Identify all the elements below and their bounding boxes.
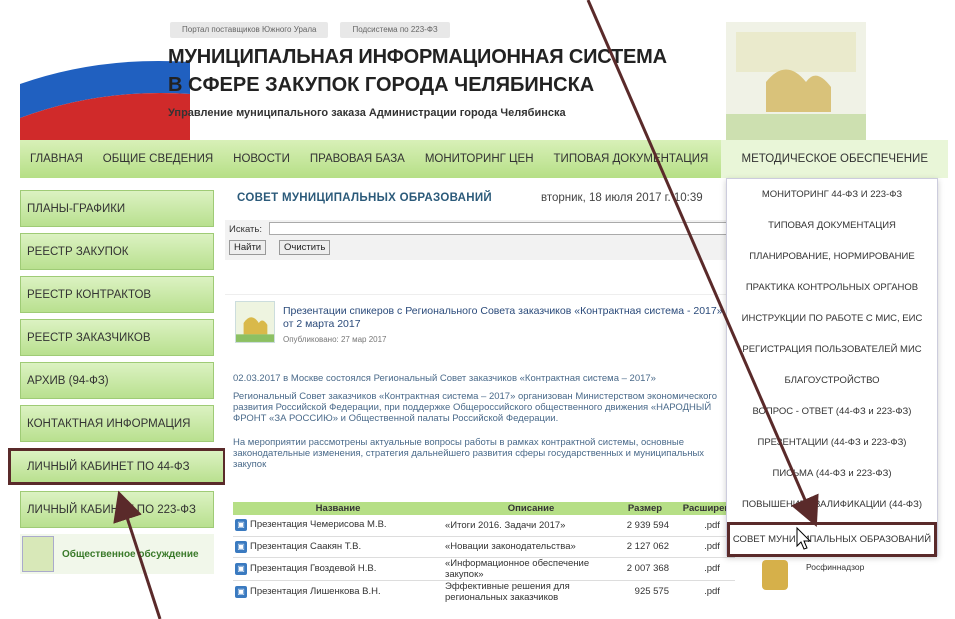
main-content: СОВЕТ МУНИЦИПАЛЬНЫХ ОБРАЗОВАНИЙ вторник,… (225, 182, 735, 602)
site-subtitle: Управление муниципального заказа Админис… (168, 107, 566, 119)
site-title-line1: МУНИЦИПАЛЬНАЯ ИНФОРМАЦИОННАЯ СИСТЕМА (168, 46, 667, 68)
news-paragraph-1: 02.03.2017 в Москве состоялся Региональн… (233, 373, 656, 384)
sidebar-item-cabinet-44[interactable]: ЛИЧНЫЙ КАБИНЕТ ПО 44-ФЗ (8, 448, 226, 485)
col-header-description: Описание (443, 502, 619, 515)
news-title-link[interactable]: Презентации спикеров с Регионального Сов… (283, 305, 733, 331)
search-input[interactable] (269, 222, 735, 235)
partner-links: Росфиннадзор (752, 556, 932, 606)
find-button[interactable]: Найти (229, 240, 267, 255)
current-date: вторник, 18 июля 2017 г. 10:39 (541, 192, 703, 204)
file-size: 925 575 (619, 580, 671, 602)
file-icon: ▣ (235, 562, 247, 575)
russian-flag-banner (20, 38, 190, 140)
rosfinnadzor-link[interactable]: Росфиннадзор (806, 562, 864, 572)
file-description: «Информационное обеспечение закупок» (443, 557, 619, 581)
file-name[interactable]: Презентация Гвоздевой Н.В. (250, 563, 376, 574)
nav-general-info[interactable]: ОБЩИЕ СВЕДЕНИЯ (93, 153, 223, 165)
col-header-name: Название (233, 502, 443, 515)
file-ext: .pdf (671, 580, 735, 602)
file-name[interactable]: Презентация Чемерисова М.В. (250, 519, 387, 530)
presentations-table: Название Описание Размер Расширение ▣Пре… (233, 502, 735, 602)
left-sidebar: ПЛАНЫ-ГРАФИКИ РЕЕСТР ЗАКУПОК РЕЕСТР КОНТ… (8, 190, 226, 574)
dropdown-item-faq[interactable]: ВОПРОС - ОТВЕТ (44-ФЗ и 223-ФЗ) (727, 396, 937, 427)
dropdown-item-user-registration[interactable]: РЕГИСТРАЦИЯ ПОЛЬЗОВАТЕЛЕЙ МИС (727, 334, 937, 365)
toplink-223-subsystem[interactable]: Подсистема по 223-ФЗ (340, 22, 450, 38)
sidebar-item-customers-registry[interactable]: РЕЕСТР ЗАКАЗЧИКОВ (20, 319, 214, 356)
dropdown-item-instructions[interactable]: ИНСТРУКЦИИ ПО РАБОТЕ С МИС, ЕИС (727, 303, 937, 334)
news-paragraph-3: На мероприятии рассмотрены актуальные во… (233, 437, 705, 470)
clear-button[interactable]: Очистить (279, 240, 331, 255)
emblem-icon (22, 536, 54, 572)
page-title: СОВЕТ МУНИЦИПАЛЬНЫХ ОБРАЗОВАНИЙ (237, 192, 492, 204)
col-header-size: Размер (619, 502, 671, 515)
dropdown-item-municipal-council[interactable]: СОВЕТ МУНИЦИПАЛЬНЫХ ОБРАЗОВАНИЙ (727, 522, 937, 557)
toplink-suppliers-portal[interactable]: Портал поставщиков Южного Урала (170, 22, 329, 38)
table-row[interactable]: ▣ Презентация Лишенкова В.Н. Эффективные … (233, 580, 735, 602)
nav-price-monitoring[interactable]: МОНИТОРИНГ ЦЕН (415, 153, 544, 165)
methodical-support-dropdown: МОНИТОРИНГ 44-ФЗ И 223-ФЗ ТИПОВАЯ ДОКУМЕ… (726, 178, 938, 557)
news-published-date: Опубликовано: 27 мар 2017 (283, 335, 387, 344)
sidebar-item-cabinet-223[interactable]: ЛИЧНЫЙ КАБИНЕТ ПО 223-ФЗ (20, 491, 214, 528)
file-size: 2 939 594 (619, 515, 671, 537)
nav-home[interactable]: ГЛАВНАЯ (20, 153, 93, 165)
dropdown-item-training[interactable]: ПОВЫШЕНИЕ КВАЛИФИКАЦИИ (44-ФЗ) (727, 489, 937, 520)
table-row[interactable]: ▣ Презентация Саакян Т.В. «Новации законо… (233, 536, 735, 558)
file-name[interactable]: Презентация Саакян Т.В. (250, 541, 361, 552)
main-nav: ГЛАВНАЯ ОБЩИЕ СВЕДЕНИЯ НОВОСТИ ПРАВОВАЯ … (20, 140, 948, 178)
dropdown-item-landscaping[interactable]: БЛАГОУСТРОЙСТВО (727, 365, 937, 396)
nav-methodical-support[interactable]: МЕТОДИЧЕСКОЕ ОБЕСПЕЧЕНИЕ (721, 140, 948, 178)
public-discussion-label: Общественное обсуждение (62, 548, 199, 560)
file-name[interactable]: Презентация Лишенкова В.Н. (250, 586, 381, 597)
dropdown-item-presentations[interactable]: ПРЕЗЕНТАЦИИ (44-ФЗ и 223-ФЗ) (727, 427, 937, 458)
nav-legal-base[interactable]: ПРАВОВАЯ БАЗА (300, 153, 415, 165)
site-title-line2: В СФЕРЕ ЗАКУПОК ГОРОДА ЧЕЛЯБИНСКА (168, 74, 595, 96)
city-emblem-icon (726, 22, 866, 140)
site-header: Портал поставщиков Южного Урала Подсисте… (20, 22, 948, 140)
dropdown-item-letters[interactable]: ПИСЬМА (44-ФЗ и 223-ФЗ) (727, 458, 937, 489)
file-description: «Итоги 2016. Задачи 2017» (443, 515, 619, 537)
file-description: Эффективные решения для региональных зак… (443, 580, 619, 602)
table-row[interactable]: ▣ Презентация Чемерисова М.В. «Итоги 2016… (233, 515, 735, 537)
file-size: 2 007 368 (619, 557, 671, 581)
file-icon: ▣ (235, 519, 247, 532)
table-header-row: Название Описание Размер Расширение (233, 502, 735, 515)
dropdown-item-control-practice[interactable]: ПРАКТИКА КОНТРОЛЬНЫХ ОРГАНОВ (727, 272, 937, 303)
sidebar-item-plans-schedules[interactable]: ПЛАНЫ-ГРАФИКИ (20, 190, 214, 227)
sidebar-item-archive[interactable]: АРХИВ (94-ФЗ) (20, 362, 214, 399)
table-row[interactable]: ▣ Презентация Гвоздевой Н.В. «Информацион… (233, 557, 735, 581)
dropdown-item-monitoring[interactable]: МОНИТОРИНГ 44-ФЗ И 223-ФЗ (727, 179, 937, 210)
public-discussion-link[interactable]: Общественное обсуждение (20, 534, 214, 574)
news-paragraph-2: Региональный Совет заказчиков «Контрактн… (233, 391, 717, 424)
file-description: «Новации законодательства» (443, 536, 619, 558)
search-panel: Искать: Найти Очистить (225, 220, 735, 260)
nav-standard-docs[interactable]: ТИПОВАЯ ДОКУМЕНТАЦИЯ (544, 153, 719, 165)
sidebar-item-contracts-registry[interactable]: РЕЕСТР КОНТРАКТОВ (20, 276, 214, 313)
file-icon: ▣ (235, 540, 247, 553)
file-icon: ▣ (235, 585, 247, 598)
file-ext: .pdf (671, 557, 735, 581)
sidebar-item-purchases-registry[interactable]: РЕЕСТР ЗАКУПОК (20, 233, 214, 270)
sidebar-item-contacts[interactable]: КОНТАКТНАЯ ИНФОРМАЦИЯ (20, 405, 214, 442)
nav-news[interactable]: НОВОСТИ (223, 153, 300, 165)
search-label: Искать: (229, 224, 262, 235)
dropdown-item-planning[interactable]: ПЛАНИРОВАНИЕ, НОРМИРОВАНИЕ (727, 241, 937, 272)
news-thumbnail-icon (235, 301, 275, 343)
rosfinnadzor-emblem-icon (762, 560, 788, 590)
dropdown-item-standard-docs[interactable]: ТИПОВАЯ ДОКУМЕНТАЦИЯ (727, 210, 937, 241)
file-size: 2 127 062 (619, 536, 671, 558)
